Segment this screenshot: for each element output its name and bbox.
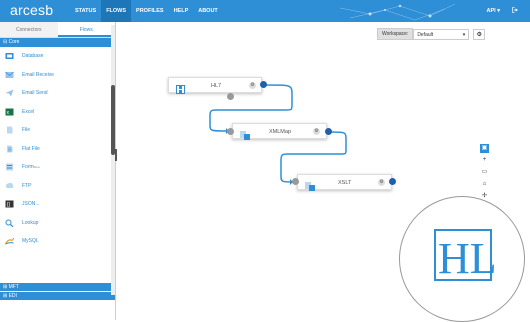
node-label: XSLT <box>338 180 352 186</box>
output-port[interactable] <box>389 178 396 185</box>
output-port[interactable] <box>260 81 267 88</box>
save-icon[interactable]: ▣ <box>480 144 489 153</box>
flow-node-hl7[interactable]: HL7 ⚙ <box>168 77 262 94</box>
node-label: HL7 <box>211 83 222 89</box>
gear-icon[interactable]: ⚙ <box>313 128 320 135</box>
error-port[interactable] <box>227 93 234 100</box>
hl7-icon <box>176 81 185 94</box>
xmlmap-icon <box>240 127 250 140</box>
input-port[interactable] <box>227 128 234 135</box>
flow-node-xmlmap[interactable]: XMLMap ⚙ <box>232 123 327 140</box>
zoom-in-icon[interactable]: + <box>480 156 489 165</box>
home-icon[interactable]: ⌂ <box>480 180 489 189</box>
fit-screen-icon[interactable]: ▭ <box>480 168 489 177</box>
gear-icon[interactable]: ⚙ <box>378 179 385 186</box>
flow-node-xslt[interactable]: XSLT ⚙ <box>297 174 392 191</box>
output-port[interactable] <box>325 128 332 135</box>
gear-icon[interactable]: ⚙ <box>249 82 256 89</box>
input-port[interactable] <box>292 178 299 185</box>
hl7-logo-text: HL7 <box>438 234 494 283</box>
xslt-icon <box>305 178 315 191</box>
canvas-toolbar: ▣ + ▭ ⌂ ✢ <box>480 144 489 204</box>
node-label: XMLMap <box>269 129 292 135</box>
magnifier-lens: HL7 <box>399 196 525 322</box>
hl7-logo: HL7 <box>432 227 494 283</box>
